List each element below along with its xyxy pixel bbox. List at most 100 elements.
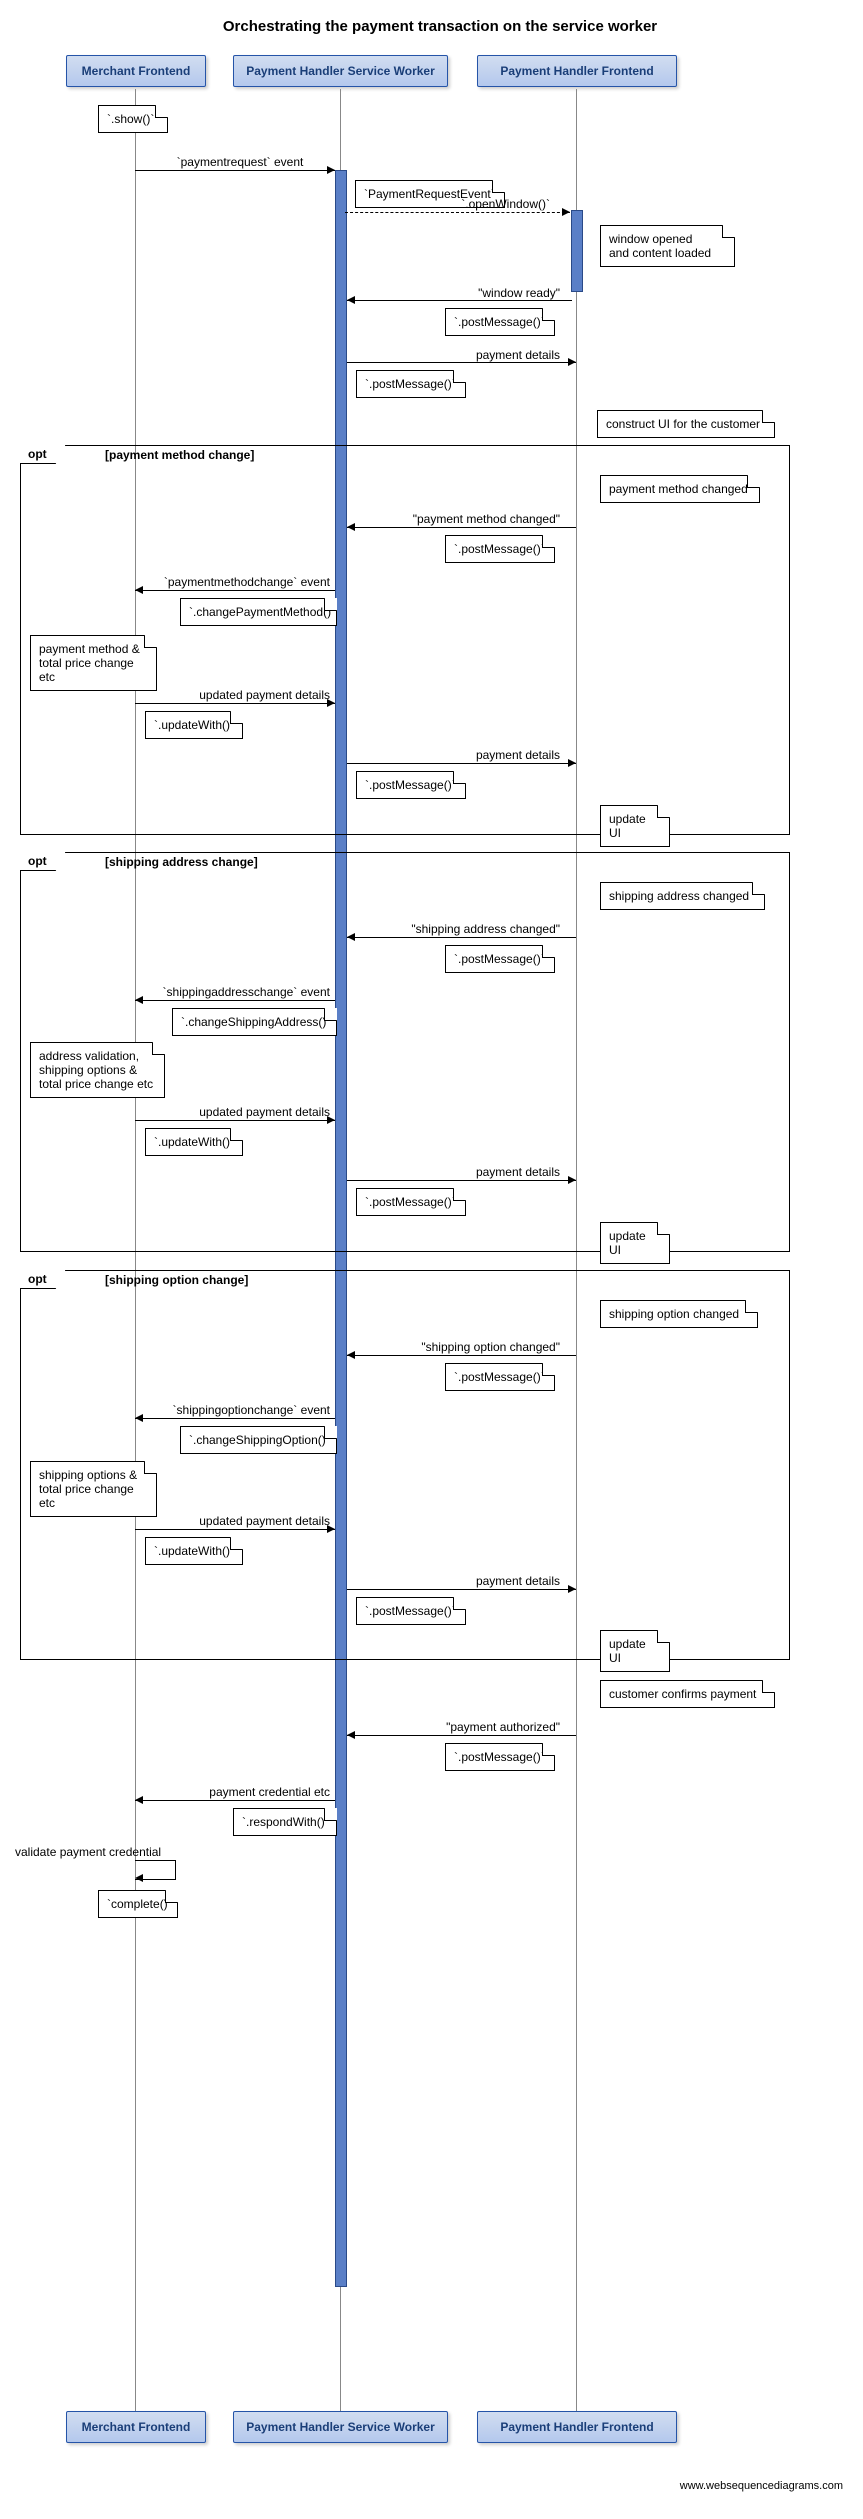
arrowhead [568, 1176, 576, 1184]
arrowhead [327, 166, 335, 174]
note-update-ui: update UI [600, 1630, 670, 1672]
arrowhead [327, 1116, 335, 1124]
note-cpm: `.changePaymentMethod()` [180, 598, 337, 626]
msg-label: `shippingoptionchange` event [140, 1403, 330, 1417]
msg-label: payment details [400, 748, 560, 762]
opt-guard-2: [shipping address change] [105, 855, 258, 869]
arrow-dashed [345, 212, 570, 214]
opt-label: opt [20, 445, 66, 464]
arrow [135, 1800, 335, 1801]
arrowhead [562, 208, 570, 216]
note-show: `.show()` [98, 105, 168, 133]
msg-label: payment details [400, 1574, 560, 1588]
arrow [347, 527, 576, 528]
opt-label: opt [20, 852, 66, 871]
note-uw: `.updateWith()` [145, 1537, 243, 1565]
note-sa-changed: shipping address changed [600, 882, 765, 910]
msg-label: `paymentmethodchange` event [140, 575, 330, 589]
msg-label: "window ready" [380, 286, 560, 300]
arrowhead [347, 933, 355, 941]
arrowhead [135, 586, 143, 594]
note-pm: `.postMessage()` [356, 771, 466, 799]
sequence-diagram: Orchestrating the payment transaction on… [0, 0, 863, 2519]
note-window-opened: window opened and content loaded [600, 225, 735, 267]
arrow [347, 937, 576, 938]
arrowhead [347, 1351, 355, 1359]
lifeline-ph [576, 89, 577, 2411]
note-pm: `.postMessage()` [445, 535, 555, 563]
arrowhead [568, 358, 576, 366]
arrowhead [327, 699, 335, 707]
msg-label: `shippingaddresschange` event [140, 985, 330, 999]
arrow [135, 590, 335, 591]
msg-label: "shipping option changed" [370, 1340, 560, 1354]
participant-ph-bottom: Payment Handler Frontend [477, 2411, 677, 2443]
opt-label: opt [20, 1270, 66, 1289]
note-pm-changed: payment method changed [600, 475, 760, 503]
participant-merchant-bottom: Merchant Frontend [66, 2411, 206, 2443]
arrow [347, 1589, 576, 1590]
arrowhead [135, 1796, 143, 1804]
arrow [135, 1120, 335, 1121]
note-mf-sachange: address validation, shipping options & t… [30, 1042, 165, 1098]
msg-label: "payment authorized" [370, 1720, 560, 1734]
note-pm: `.postMessage()` [445, 945, 555, 973]
participant-sw-bottom: Payment Handler Service Worker [233, 2411, 448, 2443]
arrow [347, 763, 576, 764]
msg-label: "shipping address changed" [370, 922, 560, 936]
lifeline-merchant [135, 89, 136, 2411]
note-complete: `complete()` [98, 1890, 178, 1918]
note-pm: `.postMessage()` [445, 1363, 555, 1391]
note-construct-ui: construct UI for the customer [597, 410, 775, 438]
arrow [347, 300, 572, 301]
msg-label: validate payment credential [15, 1845, 205, 1859]
arrowhead [327, 1525, 335, 1533]
diagram-title: Orchestrating the payment transaction on… [190, 18, 690, 35]
msg-label: payment credential etc [160, 1785, 330, 1799]
msg-label: "payment method changed" [370, 512, 560, 526]
opt-guard-1: [payment method change] [105, 448, 254, 462]
arrow [135, 703, 335, 704]
arrowhead [347, 523, 355, 531]
arrow [135, 1418, 335, 1419]
activation-ph-open [571, 210, 583, 292]
arrowhead [568, 1585, 576, 1593]
arrow [135, 1529, 335, 1530]
note-uw: `.updateWith()` [145, 711, 243, 739]
arrowhead [347, 296, 355, 304]
note-mf-sochange: shipping options & total price change et… [30, 1461, 157, 1517]
msg-label: `paymentrequest` event [160, 155, 320, 169]
msg-label: updated payment details [160, 1105, 330, 1119]
arrow [347, 362, 576, 363]
msg-label: updated payment details [160, 688, 330, 702]
msg-label: updated payment details [160, 1514, 330, 1528]
note-update-ui: update UI [600, 805, 670, 847]
arrowhead [347, 1731, 355, 1739]
arrowhead [135, 996, 143, 1004]
msg-label: `.openWindow()` [400, 197, 550, 211]
arrowhead [135, 1874, 143, 1882]
arrowhead [135, 1414, 143, 1422]
note-so-changed: shipping option changed [600, 1300, 758, 1328]
note-pm: `.postMessage()` [356, 1188, 466, 1216]
arrowhead [568, 759, 576, 767]
note-uw: `.updateWith()` [145, 1128, 243, 1156]
arrow [135, 170, 335, 171]
arrow [347, 1180, 576, 1181]
note-mf-pmchange: payment method & total price change etc [30, 635, 157, 691]
msg-label: payment details [400, 348, 560, 362]
arrow [347, 1355, 576, 1356]
arrow [347, 1735, 576, 1736]
msg-label: payment details [400, 1165, 560, 1179]
note-pm: `.postMessage()` [445, 1743, 555, 1771]
arrow [135, 1000, 335, 1001]
note-rw: `.respondWith()` [233, 1808, 337, 1836]
note-pm: `.postMessage()` [356, 1597, 466, 1625]
participant-ph-top: Payment Handler Frontend [477, 55, 677, 87]
participant-sw-top: Payment Handler Service Worker [233, 55, 448, 87]
note-pm: `.postMessage()` [445, 308, 555, 336]
note-pm: `.postMessage()` [356, 370, 466, 398]
note-csa: `.changeShippingAddress()` [172, 1008, 337, 1036]
note-confirm: customer confirms payment [600, 1680, 775, 1708]
footer-link[interactable]: www.websequencediagrams.com [680, 2480, 843, 2492]
